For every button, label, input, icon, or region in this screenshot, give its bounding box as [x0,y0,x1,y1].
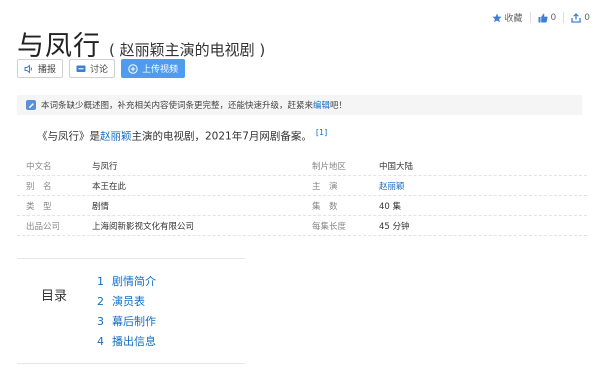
edit-link[interactable]: 编辑 [313,99,330,111]
share-count: 0 [584,12,590,23]
info-value: 上海阅新影视文化有限公司 [92,222,195,232]
info-label: 出品公司 [26,222,61,232]
thumbs-up-icon [538,13,548,22]
info-value: 本王在此 [92,182,127,192]
like-count: 0 [550,12,557,23]
info-row: 别 名 本王在此 主 演 赵丽颖 [17,176,587,196]
info-table: 中文名 与凤行 制片地区 中国大陆 别 名 本王在此 主 演 赵丽颖 类 型 剧… [17,156,587,236]
info-value: 与凤行 [92,162,118,172]
plus-circle-icon [128,63,138,74]
info-label: 主 演 [312,182,338,192]
summary-text-1: 《与凤行》是 [37,130,100,143]
notice-suffix: 吧！ [330,101,348,111]
info-label: 类 型 [26,202,52,212]
catalog-item-label: 演员表 [112,295,145,308]
speaker-icon [24,63,32,74]
catalog-item-plot[interactable]: 1 剧情简介 [97,272,156,292]
reference-link[interactable]: [1] [316,128,327,137]
info-label: 制片地区 [312,162,347,172]
pencil-icon [26,100,36,110]
discuss-label: 讨论 [90,65,109,75]
catalog: 目录 1 剧情简介 2 演员表 3 幕后制作 4 播出信息 [17,258,245,364]
share-icon [571,12,581,23]
info-value: 40 集 [379,202,402,212]
catalog-item-number: 1 [97,275,104,288]
action-bar: 播报 讨论 上传视频 [17,59,186,78]
divider [529,12,531,23]
info-value: 中国大陆 [379,162,414,172]
info-value: 45 分钟 [379,222,410,232]
page-subtitle: ( 赵丽颖主演的电视剧 ) [109,41,266,59]
info-row: 中文名 与凤行 制片地区 中国大陆 [17,156,587,176]
catalog-item-label: 幕后制作 [112,315,156,328]
info-label: 每集长度 [312,222,347,232]
summary: 《与凤行》是赵丽颖主演的电视剧，2021年7月网剧备案。 [1] [37,128,327,144]
catalog-item-cast[interactable]: 2 演员表 [97,292,156,312]
like-button[interactable]: 0 [538,12,557,23]
catalog-title: 目录 [41,289,68,304]
top-tools: 收藏 0 0 [491,11,590,24]
report-button[interactable]: 播报 [17,59,64,78]
catalog-item-number: 3 [97,315,104,328]
info-label: 别 名 [26,182,52,192]
info-row: 出品公司 上海阅新影视文化有限公司 每集长度 45 分钟 [17,216,587,236]
upload-label: 上传视频 [142,65,179,75]
summary-text-2: 主演的电视剧，2021年7月网剧备案。 [131,130,312,143]
info-value: 剧情 [92,202,110,212]
page-title: 与凤行 [17,31,101,62]
title-row: 与凤行 ( 赵丽颖主演的电视剧 ) [17,24,265,63]
actor-link[interactable]: 赵丽颖 [100,131,132,143]
info-row: 类 型 剧情 集 数 40 集 [17,196,587,216]
favorite-label: 收藏 [504,14,523,24]
star-icon [491,13,502,22]
info-label: 中文名 [26,162,52,172]
lead-actor-link[interactable]: 赵丽颖 [379,180,405,192]
discuss-button[interactable]: 讨论 [69,59,116,78]
report-label: 播报 [38,65,57,75]
divider [563,12,565,23]
catalog-item-production[interactable]: 3 幕后制作 [97,312,156,332]
favorite-button[interactable]: 收藏 [491,11,523,24]
catalog-item-broadcast[interactable]: 4 播出信息 [97,332,156,352]
catalog-item-number: 2 [97,295,104,308]
catalog-item-label: 播出信息 [112,335,156,348]
catalog-list: 1 剧情简介 2 演员表 3 幕后制作 4 播出信息 [97,272,156,352]
share-button[interactable]: 0 [571,13,590,23]
notice-bar: 本词条缺少概述图，补充相关内容使词条更完整，还能快速升级，赶紧来 编辑 吧！ [17,95,582,115]
comment-icon [76,65,86,72]
notice-text: 本词条缺少概述图，补充相关内容使词条更完整，还能快速升级，赶紧来 [41,101,314,111]
info-label: 集 数 [312,202,338,212]
catalog-item-number: 4 [97,335,104,348]
upload-video-button[interactable]: 上传视频 [121,59,186,78]
catalog-item-label: 剧情简介 [112,275,156,288]
